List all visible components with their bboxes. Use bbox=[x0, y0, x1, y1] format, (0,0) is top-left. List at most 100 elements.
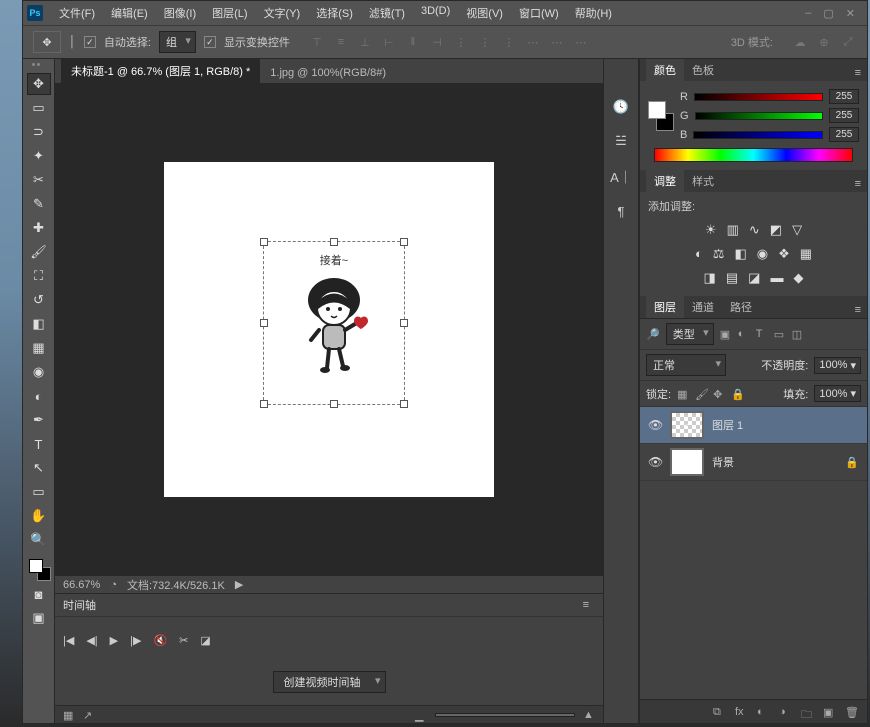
3d-scale-icon[interactable]: ⤢ bbox=[839, 33, 857, 51]
color-swatches[interactable] bbox=[27, 557, 51, 581]
blend-mode-dropdown[interactable]: 正常 bbox=[646, 354, 726, 376]
minimize-button[interactable]: – bbox=[805, 7, 811, 20]
tab-paths[interactable]: 路径 bbox=[722, 296, 760, 318]
lasso-tool[interactable]: ⊃ bbox=[27, 121, 51, 143]
dodge-tool[interactable]: ◐ bbox=[27, 385, 51, 407]
spectrum-ramp[interactable] bbox=[654, 148, 853, 162]
menu-view[interactable]: 视图(V) bbox=[458, 1, 511, 25]
menu-image[interactable]: 图像(I) bbox=[156, 1, 204, 25]
filter-image-icon[interactable]: ▣ bbox=[720, 328, 732, 340]
color-panel-menu-icon[interactable]: ≡ bbox=[849, 65, 867, 81]
dist-hcenter-icon[interactable]: ⋯ bbox=[548, 33, 566, 51]
handle-mid-left[interactable] bbox=[260, 319, 268, 327]
filter-shape-icon[interactable]: ▭ bbox=[774, 328, 786, 340]
transform-bounding-box[interactable]: 接着~ bbox=[264, 242, 404, 404]
layer-style-icon[interactable]: fx bbox=[735, 706, 747, 718]
menu-edit[interactable]: 编辑(E) bbox=[103, 1, 156, 25]
maximize-button[interactable]: ▢ bbox=[823, 7, 833, 20]
align-top-icon[interactable]: ⊤ bbox=[308, 33, 326, 51]
invert-icon[interactable]: ◨ bbox=[704, 270, 716, 286]
layer-name[interactable]: 图层 1 bbox=[712, 417, 743, 433]
tl-zoom-in-icon[interactable]: ▲ bbox=[583, 709, 595, 721]
tab-layers[interactable]: 图层 bbox=[646, 296, 684, 318]
timeline-menu-icon[interactable]: ≡ bbox=[577, 597, 595, 613]
filter-adjust-icon[interactable]: ◐ bbox=[738, 328, 750, 340]
tl-transition-icon[interactable]: ◪ bbox=[200, 634, 210, 647]
brightness-icon[interactable]: ☀ bbox=[705, 222, 717, 238]
tl-render-icon[interactable]: ↗ bbox=[83, 709, 95, 721]
3d-orbit-icon[interactable]: ☁ bbox=[791, 33, 809, 51]
close-button[interactable]: ✕ bbox=[846, 7, 855, 20]
menu-filter[interactable]: 滤镜(T) bbox=[361, 1, 413, 25]
tab-styles[interactable]: 样式 bbox=[684, 170, 722, 192]
dist-bottom-icon[interactable]: ⋮ bbox=[500, 33, 518, 51]
group-icon[interactable]: 🗀 bbox=[801, 706, 813, 718]
vibrance-icon[interactable]: ▽ bbox=[792, 222, 802, 238]
visibility-icon[interactable]: 👁 bbox=[648, 455, 662, 469]
history-brush-tool[interactable]: ↺ bbox=[27, 289, 51, 311]
curves-icon[interactable]: ∿ bbox=[749, 222, 760, 238]
panel-fg-swatch[interactable] bbox=[648, 101, 666, 119]
bw-icon[interactable]: ◧ bbox=[734, 246, 746, 262]
tl-prev-icon[interactable]: ◀| bbox=[86, 634, 97, 647]
shape-tool[interactable]: ▭ bbox=[27, 481, 51, 503]
move-tool-icon[interactable]: ✥ bbox=[33, 31, 61, 53]
dist-top-icon[interactable]: ⋮ bbox=[452, 33, 470, 51]
menu-layer[interactable]: 图层(L) bbox=[204, 1, 255, 25]
menu-help[interactable]: 帮助(H) bbox=[567, 1, 620, 25]
layer-row[interactable]: 👁 • 图层 1 bbox=[640, 407, 867, 444]
fill-value[interactable]: 100%▾ bbox=[814, 385, 861, 402]
tab-swatches[interactable]: 色板 bbox=[684, 59, 722, 81]
handle-bottom-left[interactable] bbox=[260, 400, 268, 408]
layer-thumbnail[interactable] bbox=[670, 448, 704, 476]
tl-zoom-out-icon[interactable]: ▁ bbox=[415, 709, 427, 721]
canvas[interactable]: 接着~ bbox=[164, 162, 494, 497]
align-hcenter-icon[interactable]: ‖ bbox=[404, 33, 422, 51]
lock-transparency-icon[interactable]: ▦ bbox=[677, 388, 689, 400]
handle-top-center[interactable] bbox=[330, 238, 338, 246]
new-layer-icon[interactable]: ▣ bbox=[823, 706, 835, 718]
channel-mixer-icon[interactable]: ❖ bbox=[778, 246, 790, 262]
auto-select-checkbox[interactable]: ✓ bbox=[84, 36, 96, 48]
r-value[interactable]: 255 bbox=[829, 89, 859, 104]
foreground-color-swatch[interactable] bbox=[29, 559, 43, 573]
tab-color[interactable]: 颜色 bbox=[646, 59, 684, 81]
zoom-tool[interactable]: 🔍 bbox=[27, 529, 51, 551]
stamp-tool[interactable]: ⛶ bbox=[27, 265, 51, 287]
threshold-icon[interactable]: ◪ bbox=[748, 270, 760, 286]
dist-right-icon[interactable]: ⋯ bbox=[572, 33, 590, 51]
create-video-timeline-button[interactable]: 创建视频时间轴 bbox=[273, 671, 386, 693]
tl-audio-icon[interactable]: 🔇 bbox=[153, 634, 167, 647]
toolbox-grip[interactable] bbox=[32, 63, 46, 67]
layers-panel-menu-icon[interactable]: ≡ bbox=[849, 302, 867, 318]
document-tab-2[interactable]: 1.jpg @ 100%(RGB/8#) bbox=[260, 63, 396, 83]
delete-layer-icon[interactable]: 🗑 bbox=[845, 706, 857, 718]
tl-split-icon[interactable]: ✂ bbox=[179, 634, 188, 647]
magic-wand-tool[interactable]: ✦ bbox=[27, 145, 51, 167]
show-transform-checkbox[interactable]: ✓ bbox=[204, 36, 216, 48]
dist-vcenter-icon[interactable]: ⋮ bbox=[476, 33, 494, 51]
hue-icon[interactable]: ◐ bbox=[695, 246, 703, 262]
lookup-icon[interactable]: ▦ bbox=[800, 246, 812, 262]
r-slider[interactable] bbox=[694, 93, 823, 101]
gradient-tool[interactable]: ▦ bbox=[27, 337, 51, 359]
handle-mid-right[interactable] bbox=[400, 319, 408, 327]
exposure-icon[interactable]: ◩ bbox=[770, 222, 782, 238]
layer-name[interactable]: 背景 bbox=[712, 454, 734, 470]
gradient-map-icon[interactable]: ▬ bbox=[770, 270, 783, 286]
lock-position-icon[interactable]: ✥ bbox=[713, 388, 725, 400]
filter-smart-icon[interactable]: ◫ bbox=[792, 328, 804, 340]
healing-tool[interactable]: ✚ bbox=[27, 217, 51, 239]
lock-all-icon[interactable]: 🔒 bbox=[731, 388, 743, 400]
tab-channels[interactable]: 通道 bbox=[684, 296, 722, 318]
tab-adjustments[interactable]: 调整 bbox=[646, 170, 684, 192]
layer-row[interactable]: 👁 背景 🔒 bbox=[640, 444, 867, 481]
handle-top-right[interactable] bbox=[400, 238, 408, 246]
auto-select-dropdown[interactable]: 组 bbox=[159, 31, 196, 53]
path-select-tool[interactable]: ↖ bbox=[27, 457, 51, 479]
menu-file[interactable]: 文件(F) bbox=[51, 1, 103, 25]
dist-left-icon[interactable]: ⋯ bbox=[524, 33, 542, 51]
document-tab-1[interactable]: 未标题-1 @ 66.7% (图层 1, RGB/8) * bbox=[61, 59, 260, 83]
selective-color-icon[interactable]: ◆ bbox=[793, 270, 803, 286]
opacity-value[interactable]: 100%▾ bbox=[814, 357, 861, 374]
